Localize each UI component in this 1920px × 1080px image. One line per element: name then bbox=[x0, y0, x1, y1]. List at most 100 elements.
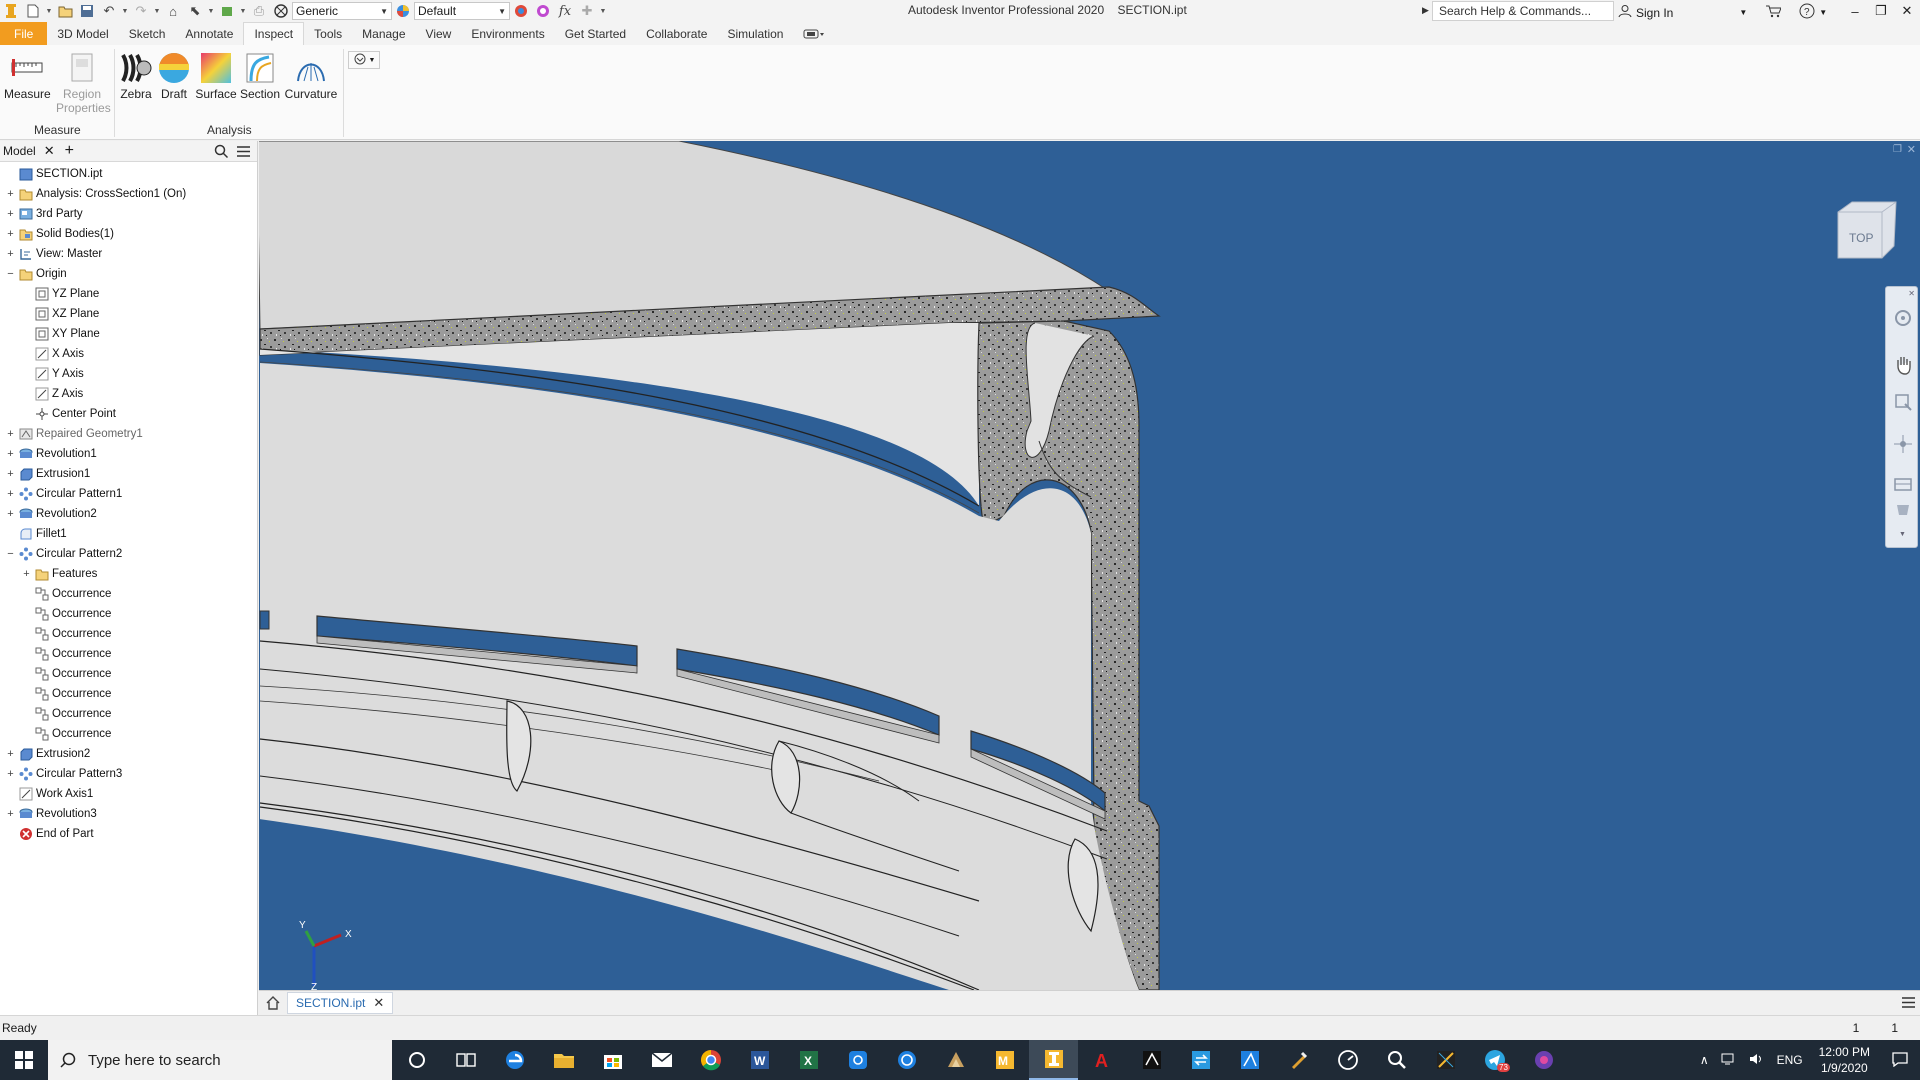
network-icon[interactable] bbox=[1715, 1052, 1743, 1069]
free-orbit-icon[interactable] bbox=[1894, 435, 1912, 456]
document-tab[interactable]: SECTION.ipt ✕ bbox=[287, 992, 394, 1014]
region-properties-button[interactable]: Region Properties bbox=[56, 51, 111, 115]
navbar-dropdown-icon[interactable]: ▼ bbox=[1899, 531, 1906, 538]
expand-icon[interactable]: + bbox=[6, 428, 15, 439]
select-icon[interactable]: ⬉ bbox=[184, 0, 206, 22]
close-navbar-icon[interactable]: ✕ bbox=[1908, 289, 1915, 298]
cart-icon[interactable] bbox=[1765, 4, 1783, 21]
speedometer-icon[interactable] bbox=[1323, 1040, 1372, 1080]
tree-node-occurrence[interactable]: +Occurrence bbox=[22, 604, 111, 624]
help-search-input[interactable]: Search Help & Commands... bbox=[1432, 1, 1614, 21]
sign-in-button[interactable]: Sign In ▼ ? ▼ bbox=[1618, 3, 1827, 22]
store-icon[interactable] bbox=[588, 1040, 637, 1080]
tree-node-view-master[interactable]: + View: Master bbox=[6, 244, 102, 264]
collapse-icon[interactable]: − bbox=[6, 268, 15, 279]
tree-node-yz-plane[interactable]: +YZ Plane bbox=[22, 284, 99, 304]
task-view-icon[interactable] bbox=[441, 1040, 490, 1080]
tree-node-analysis-crosssection1-on[interactable]: + Analysis: CrossSection1 (On) bbox=[6, 184, 186, 204]
notifications-icon[interactable] bbox=[1880, 1051, 1920, 1070]
help-icon[interactable]: ? bbox=[1799, 3, 1815, 22]
restore-icon[interactable]: ❐ bbox=[1868, 0, 1894, 22]
expand-icon[interactable]: + bbox=[6, 508, 15, 519]
tab-sketch[interactable]: Sketch bbox=[119, 22, 176, 45]
section-button[interactable]: Section bbox=[240, 51, 280, 101]
whatsapp-icon[interactable] bbox=[882, 1040, 931, 1080]
expand-icon[interactable]: + bbox=[6, 748, 15, 759]
tree-node-revolution1[interactable]: + Revolution1 bbox=[6, 444, 96, 464]
tree-node-circular-pattern1[interactable]: + Circular Pattern1 bbox=[6, 484, 122, 504]
autodesk-app-icon[interactable] bbox=[1225, 1040, 1274, 1080]
appearance-combo[interactable]: Generic ▼ bbox=[292, 2, 392, 20]
measure-button[interactable]: Measure bbox=[4, 51, 51, 101]
ribbon-options-button[interactable] bbox=[793, 22, 835, 45]
select-dropdown-icon[interactable]: ▼ bbox=[206, 0, 216, 22]
excel-icon[interactable]: X bbox=[784, 1040, 833, 1080]
print-icon[interactable]: ⎙ bbox=[248, 0, 270, 22]
expand-icon[interactable]: + bbox=[6, 768, 15, 779]
customize-dropdown-icon[interactable]: ▼ bbox=[598, 0, 608, 22]
browser-search-icon[interactable] bbox=[214, 144, 229, 162]
open-file-icon[interactable] bbox=[54, 0, 76, 22]
cortana-icon[interactable] bbox=[392, 1040, 441, 1080]
steering-wheel-icon[interactable] bbox=[1894, 309, 1912, 330]
tab-annotate[interactable]: Annotate bbox=[175, 22, 243, 45]
appearance-icon[interactable] bbox=[270, 0, 292, 22]
tree-node-xy-plane[interactable]: +XY Plane bbox=[22, 324, 100, 344]
media-app-icon[interactable] bbox=[1519, 1040, 1568, 1080]
tree-node-work-axis1[interactable]: +Work Axis1 bbox=[6, 784, 93, 804]
acrobat-icon[interactable]: A bbox=[1078, 1040, 1127, 1080]
surface-button[interactable]: Surface bbox=[194, 51, 238, 101]
m-app-icon[interactable]: M bbox=[980, 1040, 1029, 1080]
tree-node-revolution2[interactable]: + Revolution2 bbox=[6, 504, 96, 524]
parameters-fx-icon[interactable]: fx bbox=[554, 0, 576, 22]
browser-tab-model[interactable]: Model bbox=[3, 144, 36, 158]
instagram-icon[interactable] bbox=[833, 1040, 882, 1080]
tree-node-z-axis[interactable]: +Z Axis bbox=[22, 384, 83, 404]
language-indicator[interactable]: ENG bbox=[1771, 1053, 1809, 1067]
inventor-logo-icon[interactable] bbox=[0, 0, 22, 22]
volume-icon[interactable] bbox=[1743, 1052, 1771, 1069]
show-hidden-icons-icon[interactable]: ∧ bbox=[1694, 1053, 1715, 1067]
collapse-icon[interactable]: − bbox=[6, 548, 15, 559]
tab-collaborate[interactable]: Collaborate bbox=[636, 22, 717, 45]
update-icon[interactable] bbox=[216, 0, 238, 22]
close-document-icon[interactable]: ✕ bbox=[373, 995, 384, 1011]
clock[interactable]: 12:00 PM 1/9/2020 bbox=[1809, 1044, 1880, 1076]
tab-inspect[interactable]: Inspect bbox=[243, 22, 305, 45]
tab-view[interactable]: View bbox=[416, 22, 462, 45]
tree-node-x-axis[interactable]: +X Axis bbox=[22, 344, 84, 364]
design-app-icon[interactable] bbox=[931, 1040, 980, 1080]
help-dropdown-icon[interactable]: ▼ bbox=[1819, 8, 1827, 17]
material-color-icon[interactable] bbox=[392, 0, 414, 22]
edge-browser-icon[interactable] bbox=[490, 1040, 539, 1080]
undo-dropdown-icon[interactable]: ▼ bbox=[120, 0, 130, 22]
expand-icon[interactable]: + bbox=[6, 808, 15, 819]
tree-node-occurrence[interactable]: +Occurrence bbox=[22, 724, 111, 744]
telegram-icon[interactable]: 73 bbox=[1470, 1040, 1519, 1080]
tree-node-extrusion2[interactable]: + Extrusion2 bbox=[6, 744, 90, 764]
pan-hand-icon[interactable] bbox=[1894, 355, 1912, 378]
expand-icon[interactable]: + bbox=[6, 208, 15, 219]
word-icon[interactable]: W bbox=[735, 1040, 784, 1080]
browser-menu-icon[interactable] bbox=[236, 144, 251, 162]
tab-3d-model[interactable]: 3D Model bbox=[47, 22, 118, 45]
mail-icon[interactable] bbox=[637, 1040, 686, 1080]
expand-icon[interactable]: + bbox=[6, 188, 15, 199]
tab-file[interactable]: File bbox=[0, 22, 48, 45]
tree-node-fillet1[interactable]: +Fillet1 bbox=[6, 524, 67, 544]
home-tab-icon[interactable] bbox=[265, 995, 281, 1013]
tree-node-end-of-part[interactable]: +End of Part bbox=[6, 824, 94, 844]
tab-manage[interactable]: Manage bbox=[352, 22, 415, 45]
tree-node-center-point[interactable]: +Center Point bbox=[22, 404, 116, 424]
tab-environments[interactable]: Environments bbox=[461, 22, 554, 45]
tree-node-revolution3[interactable]: + Revolution3 bbox=[6, 804, 96, 824]
document-tabs-menu-icon[interactable] bbox=[1901, 995, 1916, 1013]
expand-search-icon[interactable]: ▶ bbox=[1422, 5, 1429, 16]
tree-node-occurrence[interactable]: +Occurrence bbox=[22, 584, 111, 604]
expand-icon[interactable]: + bbox=[6, 448, 15, 459]
close-icon[interactable]: ✕ bbox=[1894, 0, 1920, 22]
view-settings-icon[interactable] bbox=[1894, 501, 1912, 522]
artist-app-icon[interactable] bbox=[1127, 1040, 1176, 1080]
magnifier-app-icon[interactable] bbox=[1372, 1040, 1421, 1080]
tree-node-occurrence[interactable]: +Occurrence bbox=[22, 684, 111, 704]
